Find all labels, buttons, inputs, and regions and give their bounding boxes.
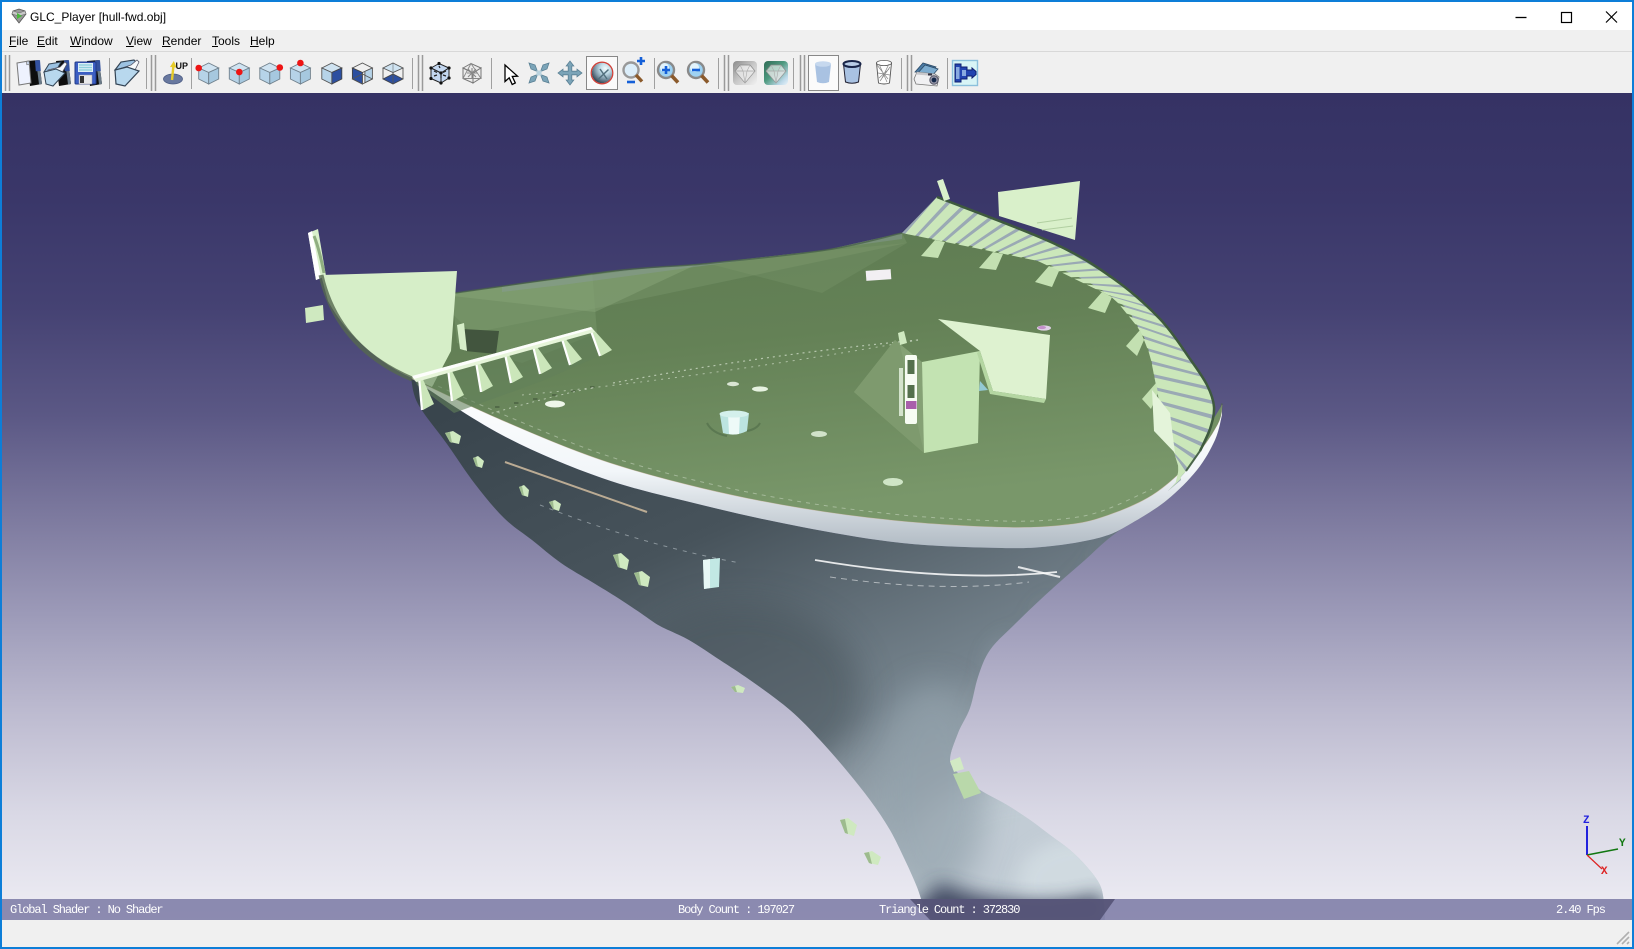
svg-text:Y: Y [1619, 838, 1626, 850]
svg-text:UP: UP [176, 61, 189, 71]
svg-text:X: X [1601, 866, 1608, 878]
svg-text:Z: Z [1583, 815, 1590, 827]
